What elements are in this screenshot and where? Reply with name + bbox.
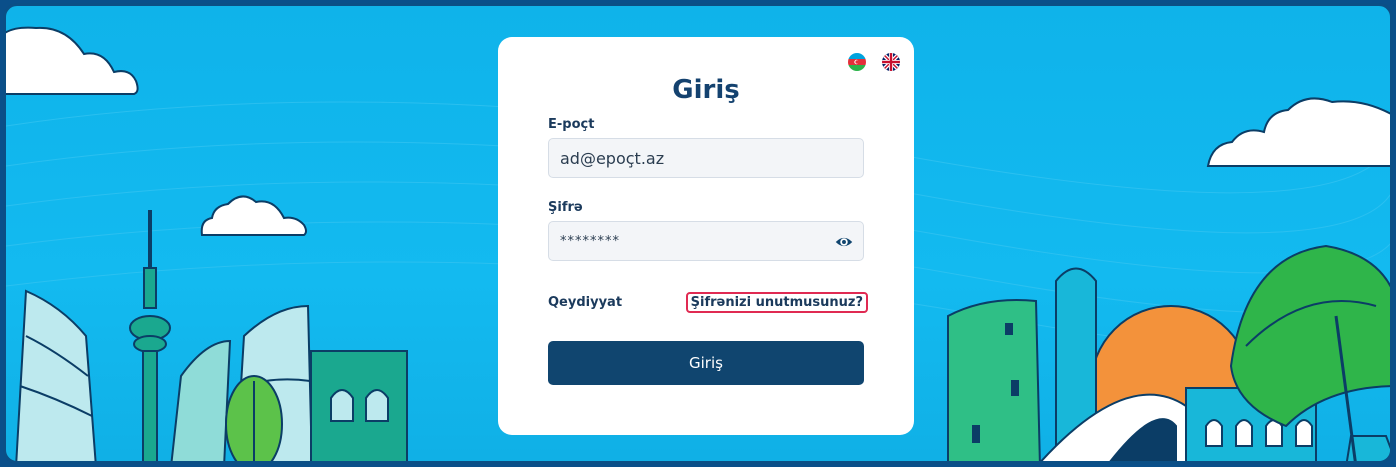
password-label: Şifrə [548,200,583,215]
forgot-password-link[interactable]: Şifrənizi unutmusunuz? [685,292,868,313]
email-field[interactable]: ad@epoçt.az [548,138,864,178]
language-switcher [848,53,900,71]
page-title: Giriş [672,75,740,105]
azerbaijan-flag-icon[interactable] [848,53,866,71]
cloud-top-left [6,26,139,95]
cloud-middle-left [200,195,307,236]
login-card: Giriş E-poçt ad@epoçt.az Şifrə ******** … [498,37,914,435]
cloud-right [1206,97,1390,167]
login-button[interactable]: Giriş [548,341,864,385]
password-field[interactable]: ******** [548,221,864,261]
background-frame: Giriş E-poçt ad@epoçt.az Şifrə ******** … [3,3,1393,464]
email-label: E-poçt [548,117,595,132]
email-value: ad@epoçt.az [560,148,665,168]
register-link[interactable]: Qeydiyyat [548,295,622,310]
eye-icon[interactable] [835,233,853,251]
uk-flag-icon[interactable] [882,53,900,71]
password-value: ******** [560,233,620,249]
